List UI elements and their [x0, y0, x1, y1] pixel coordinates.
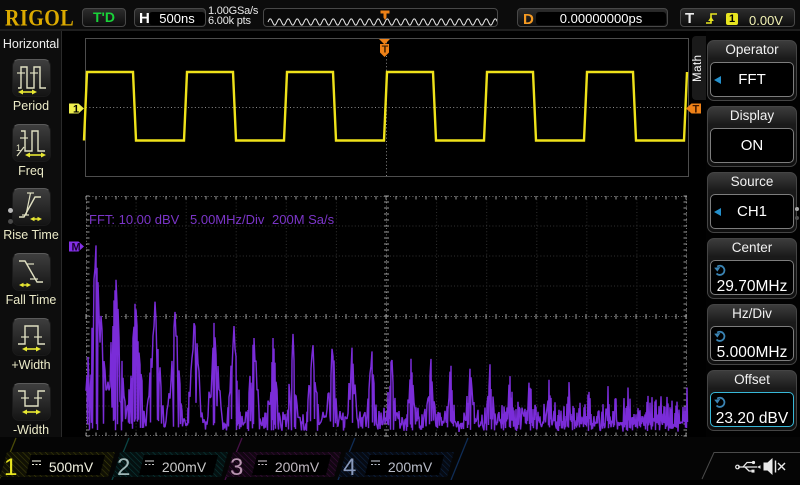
svg-text:500mV: 500mV: [49, 459, 94, 475]
svg-text:4: 4: [343, 454, 356, 480]
svg-text:1: 1: [4, 454, 17, 480]
svg-text:M: M: [72, 242, 81, 254]
svg-text:2: 2: [117, 454, 130, 480]
svg-text:3: 3: [230, 454, 243, 480]
svg-text:1: 1: [73, 104, 79, 116]
svg-text:5.00MHz/Div: 5.00MHz/Div: [190, 212, 265, 227]
svg-text:200mV: 200mV: [388, 459, 433, 475]
svg-text:FFT: 10.00 dBV: FFT: 10.00 dBV: [89, 212, 180, 227]
svg-text:200M Sa/s: 200M Sa/s: [272, 212, 335, 227]
svg-text:T: T: [693, 104, 700, 116]
svg-text:200mV: 200mV: [275, 459, 320, 475]
svg-text:200mV: 200mV: [162, 459, 207, 475]
svg-text:T: T: [382, 44, 389, 56]
